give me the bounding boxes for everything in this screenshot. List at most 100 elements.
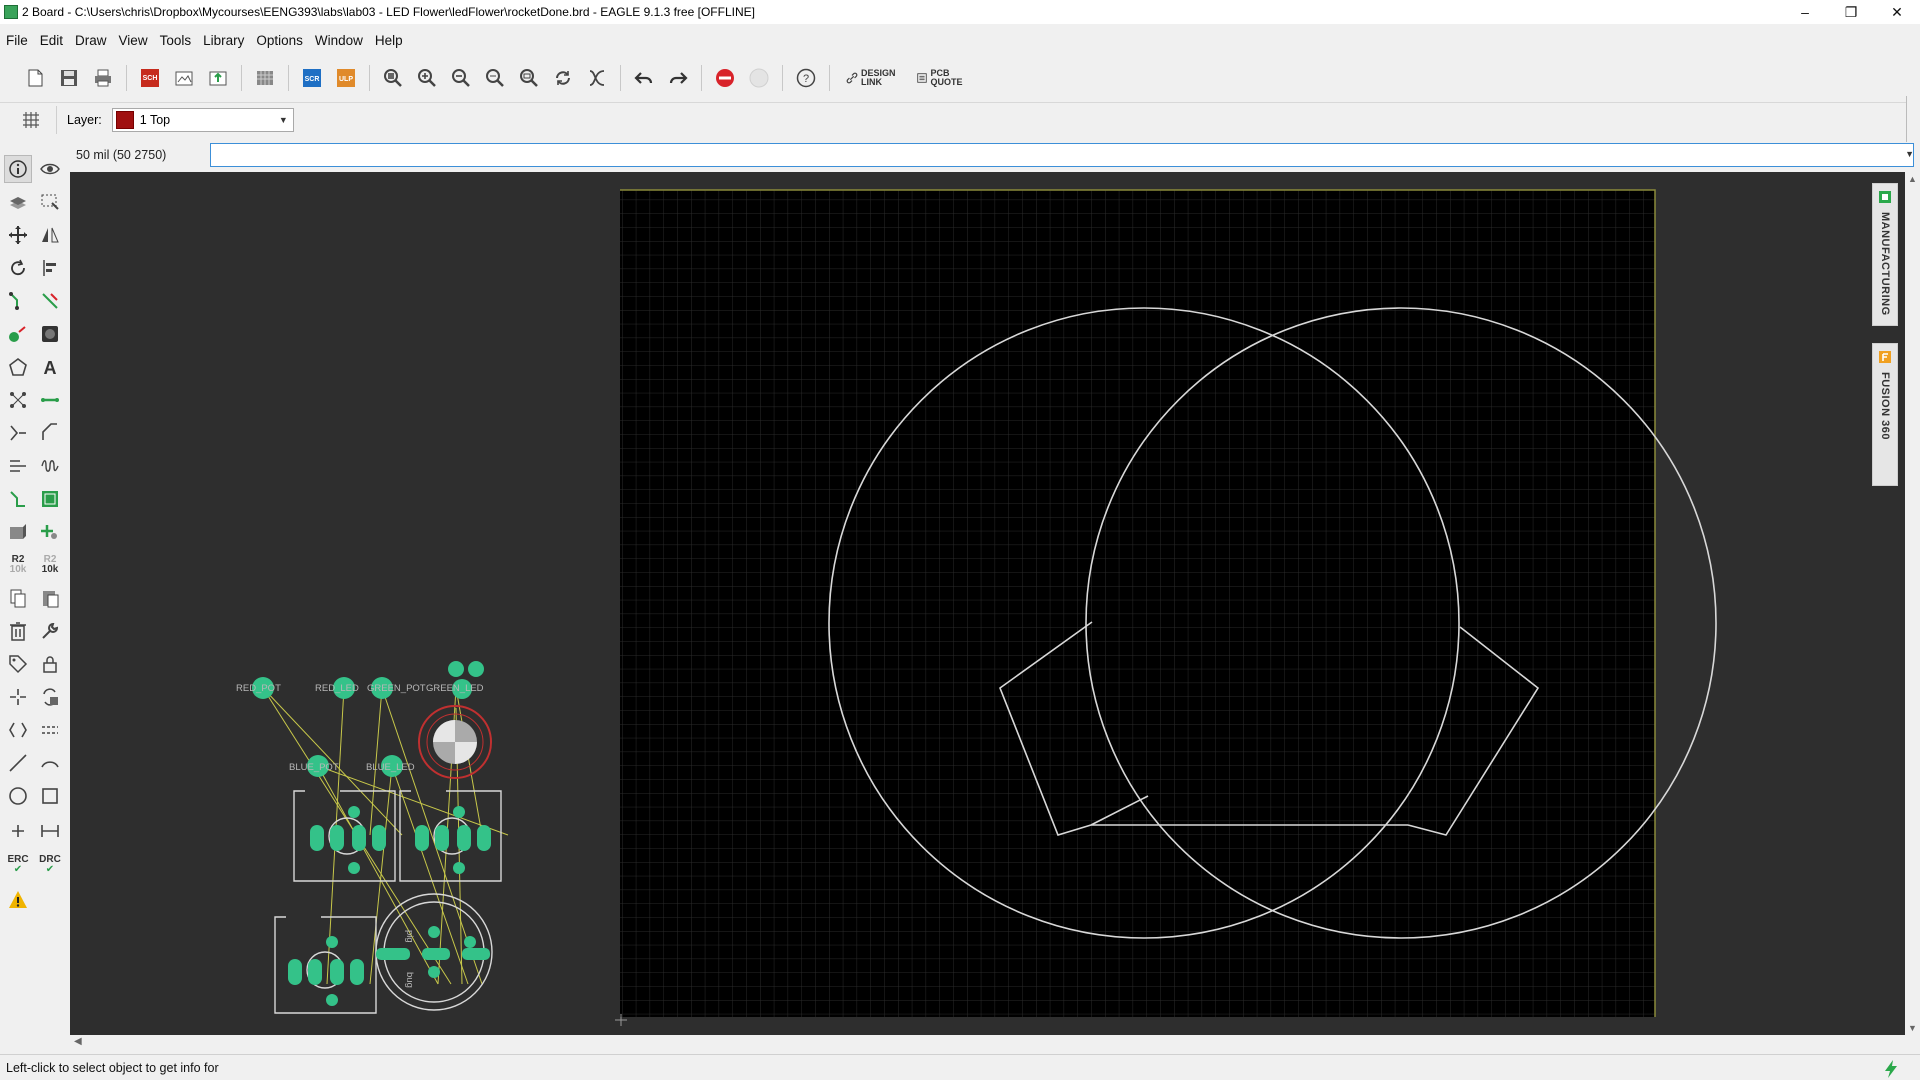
stop-button[interactable]	[711, 64, 739, 92]
scroll-left-icon[interactable]: ◀	[74, 1036, 82, 1047]
restore-button[interactable]: ❐	[1828, 0, 1874, 24]
cam-processor-button[interactable]	[170, 64, 198, 92]
ripup-tool[interactable]	[36, 287, 64, 315]
menu-options[interactable]: Options	[250, 33, 309, 48]
erc-tool[interactable]: ERC ✔	[4, 851, 32, 879]
zoom-select-button[interactable]	[515, 64, 543, 92]
dimension-tool[interactable]	[36, 817, 64, 845]
zoom-fit-button[interactable]	[379, 64, 407, 92]
net-route-tool[interactable]	[4, 485, 32, 513]
miter-tool[interactable]	[36, 419, 64, 447]
menu-edit[interactable]: Edit	[34, 33, 69, 48]
mirror-tool[interactable]	[36, 221, 64, 249]
polygon-tool[interactable]	[4, 353, 32, 381]
ulp-button[interactable]: ULP	[332, 64, 360, 92]
route-tool[interactable]	[4, 287, 32, 315]
menu-window[interactable]: Window	[309, 33, 369, 48]
split-tool[interactable]	[4, 386, 32, 414]
label-green-led: GREEN_LED	[426, 683, 484, 694]
menu-help[interactable]: Help	[369, 33, 409, 48]
add-tool[interactable]	[36, 518, 64, 546]
label-blue-pot: BLUE_POT	[289, 762, 339, 773]
manufacturing-icon	[1879, 191, 1891, 203]
board-canvas[interactable]: RED_POT RED_LED GREEN_POT GREEN_LED BLUE…	[70, 172, 1905, 1035]
gate-swap-tool[interactable]	[36, 716, 64, 744]
arc-tool[interactable]	[36, 749, 64, 777]
command-history-dropdown-icon[interactable]: ▼	[1905, 149, 1914, 159]
mark-tool[interactable]	[4, 817, 32, 845]
optimize-tool[interactable]	[4, 419, 32, 447]
lock-tool[interactable]	[36, 650, 64, 678]
name-tool[interactable]: R2 10k	[4, 551, 32, 579]
minimize-button[interactable]: –	[1782, 0, 1828, 24]
grid-button[interactable]	[16, 105, 46, 135]
manufacturing-tab[interactable]: MANUFACTURING	[1872, 183, 1898, 326]
export-button[interactable]	[204, 64, 232, 92]
menu-draw[interactable]: Draw	[69, 33, 113, 48]
copy-tool[interactable]	[4, 584, 32, 612]
layer-select[interactable]: 1 Top ▼	[111, 107, 294, 132]
menu-view[interactable]: View	[113, 33, 154, 48]
errors-tool[interactable]	[4, 886, 32, 914]
via-tool[interactable]	[36, 320, 64, 348]
align-tool[interactable]	[36, 254, 64, 282]
redraw-button[interactable]	[549, 64, 577, 92]
dimension-icon	[41, 825, 59, 837]
close-button[interactable]: ✕	[1874, 0, 1920, 24]
wave-tool[interactable]	[36, 452, 64, 480]
lightning-icon[interactable]	[1880, 1058, 1902, 1080]
circle-tool[interactable]	[4, 782, 32, 810]
move-tool[interactable]	[4, 221, 32, 249]
value-tool[interactable]: R2 10k	[36, 551, 64, 579]
new-file-button[interactable]	[21, 64, 49, 92]
r2b-value-label: 10k	[41, 564, 59, 575]
fusion360-tab[interactable]: FUSION 360	[1872, 343, 1898, 486]
rectangle-tool[interactable]	[36, 782, 64, 810]
swap-tool[interactable]	[4, 716, 32, 744]
print-button[interactable]	[89, 64, 117, 92]
script-button[interactable]: SCR	[298, 64, 326, 92]
add-part-3d-tool[interactable]	[4, 518, 32, 546]
eye-icon	[40, 163, 60, 175]
grid-3d-button[interactable]	[251, 64, 279, 92]
board-area-tool[interactable]	[36, 485, 64, 513]
autorouter-tool[interactable]	[4, 320, 32, 348]
delete-tool[interactable]	[4, 617, 32, 645]
zoom-out-button[interactable]	[447, 64, 475, 92]
show-tool[interactable]	[36, 155, 64, 183]
info-tool[interactable]	[4, 155, 32, 183]
zoom-previous-button[interactable]	[481, 64, 509, 92]
scroll-up-icon[interactable]: ▲	[1908, 174, 1917, 184]
wire-tool[interactable]	[36, 386, 64, 414]
save-button[interactable]	[55, 64, 83, 92]
smash-tool[interactable]	[4, 683, 32, 711]
horizontal-scrollbar[interactable]: ◀	[70, 1035, 1905, 1050]
rotate-tool[interactable]	[4, 254, 32, 282]
redo-button[interactable]	[664, 64, 692, 92]
go-button[interactable]	[745, 64, 773, 92]
design-link-button[interactable]: DESIGN LINK	[846, 69, 896, 87]
help-button[interactable]: ?	[792, 64, 820, 92]
paste-tool[interactable]	[36, 584, 64, 612]
text-tool[interactable]: A	[36, 353, 64, 381]
undo-button[interactable]	[630, 64, 658, 92]
attribute-tool[interactable]	[4, 650, 32, 678]
change-tool[interactable]	[36, 617, 64, 645]
menu-file[interactable]: File	[0, 33, 34, 48]
meander-tool[interactable]	[4, 452, 32, 480]
zoom-in-button[interactable]	[413, 64, 441, 92]
schematic-button[interactable]: SCH	[136, 64, 164, 92]
drc-tool[interactable]: DRC ✔	[36, 851, 64, 879]
replace-tool[interactable]	[36, 683, 64, 711]
scroll-down-icon[interactable]: ▼	[1908, 1023, 1917, 1033]
ripup-button[interactable]	[583, 64, 611, 92]
command-input[interactable]	[210, 143, 1914, 167]
layer-settings-tool[interactable]	[4, 188, 32, 216]
pcb-quote-button[interactable]: PCB QUOTE	[916, 69, 963, 87]
line-tool[interactable]	[4, 749, 32, 777]
svg-text:?: ?	[803, 73, 809, 85]
vertical-scrollbar[interactable]: ▲ ▼	[1905, 172, 1920, 1035]
menu-tools[interactable]: Tools	[154, 33, 198, 48]
group-tool[interactable]	[36, 188, 64, 216]
menu-library[interactable]: Library	[197, 33, 250, 48]
